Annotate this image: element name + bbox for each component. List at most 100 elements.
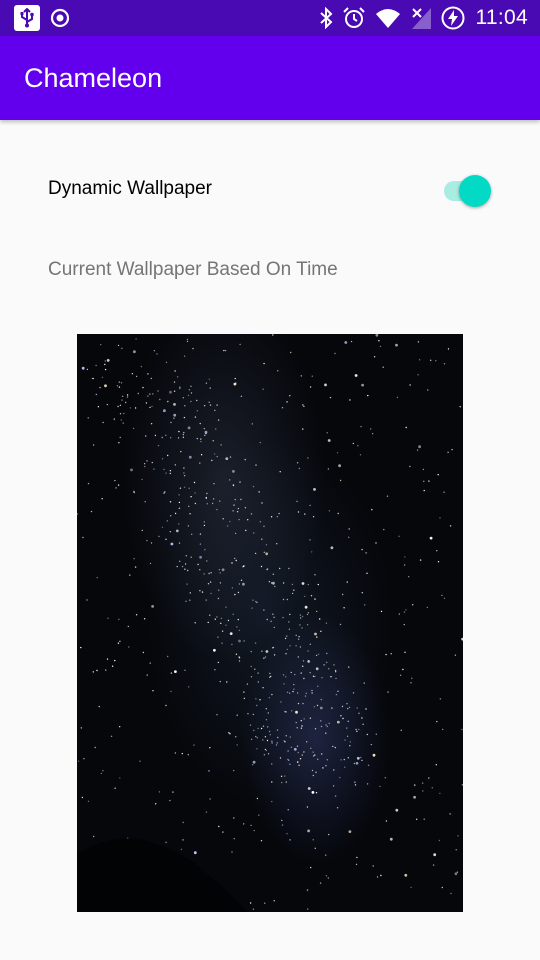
star xyxy=(326,432,328,434)
star xyxy=(356,730,358,732)
star xyxy=(366,572,368,574)
star xyxy=(240,498,242,501)
star xyxy=(324,383,327,387)
star xyxy=(178,494,180,496)
star xyxy=(417,374,419,376)
star xyxy=(461,637,463,641)
star xyxy=(117,344,120,347)
star xyxy=(297,511,300,513)
dynamic-wallpaper-setting[interactable]: Dynamic Wallpaper xyxy=(48,168,492,210)
star xyxy=(303,677,305,680)
star xyxy=(240,395,243,397)
star xyxy=(234,498,236,501)
star xyxy=(256,737,258,739)
star xyxy=(296,500,298,503)
star xyxy=(183,355,186,357)
star xyxy=(328,833,330,836)
star xyxy=(300,720,302,722)
star xyxy=(183,431,185,434)
star xyxy=(134,566,137,568)
star xyxy=(395,343,398,347)
star xyxy=(325,875,328,877)
star xyxy=(153,468,155,470)
star xyxy=(203,405,206,407)
alarm-icon xyxy=(342,6,366,30)
star xyxy=(173,381,176,383)
star xyxy=(281,819,283,822)
star xyxy=(358,712,360,714)
star xyxy=(176,376,179,378)
star xyxy=(272,613,274,615)
star xyxy=(179,560,181,562)
star xyxy=(122,422,124,424)
star xyxy=(225,624,227,626)
star xyxy=(208,378,210,380)
star xyxy=(253,532,255,534)
star xyxy=(170,421,172,424)
star xyxy=(231,587,234,589)
star xyxy=(165,841,167,843)
star xyxy=(326,652,328,655)
star xyxy=(239,481,241,483)
star xyxy=(163,468,165,471)
switch-thumb[interactable] xyxy=(459,175,491,207)
star xyxy=(321,753,323,755)
star xyxy=(208,572,210,575)
star xyxy=(145,435,147,437)
star xyxy=(289,839,291,841)
star xyxy=(314,675,316,678)
star xyxy=(347,757,349,759)
star xyxy=(236,626,238,628)
star xyxy=(333,664,335,666)
star xyxy=(163,492,165,494)
star xyxy=(206,492,208,495)
star xyxy=(443,597,446,599)
star xyxy=(229,520,231,523)
star xyxy=(204,434,206,436)
star xyxy=(429,536,433,540)
star xyxy=(349,745,351,747)
star xyxy=(332,785,335,787)
star xyxy=(214,409,216,412)
star xyxy=(313,488,316,491)
star xyxy=(217,419,220,421)
star xyxy=(383,528,385,531)
star xyxy=(210,592,212,595)
star xyxy=(270,620,272,622)
star xyxy=(262,739,264,741)
star xyxy=(282,582,285,584)
star xyxy=(194,492,196,494)
star xyxy=(252,760,256,764)
star xyxy=(335,677,337,680)
star xyxy=(334,352,336,355)
star xyxy=(361,717,363,719)
star xyxy=(201,591,204,593)
star xyxy=(130,468,133,472)
star xyxy=(277,736,279,739)
bluetooth-icon xyxy=(319,7,333,29)
star xyxy=(86,599,88,601)
star xyxy=(142,651,145,654)
star xyxy=(174,370,176,372)
star xyxy=(91,377,93,380)
star xyxy=(215,428,217,430)
star xyxy=(385,653,387,656)
star xyxy=(252,599,254,601)
star xyxy=(92,444,95,446)
star xyxy=(354,374,358,377)
star xyxy=(186,340,189,343)
star xyxy=(143,618,146,620)
star xyxy=(183,475,186,477)
star xyxy=(423,818,425,820)
star xyxy=(213,453,216,455)
dynamic-wallpaper-switch[interactable] xyxy=(440,171,492,207)
star xyxy=(264,748,267,751)
star xyxy=(384,777,386,779)
star xyxy=(314,632,317,636)
star xyxy=(203,521,205,523)
star xyxy=(249,902,252,904)
star xyxy=(268,581,271,583)
star xyxy=(178,430,180,433)
star xyxy=(170,515,172,517)
star xyxy=(165,434,167,436)
